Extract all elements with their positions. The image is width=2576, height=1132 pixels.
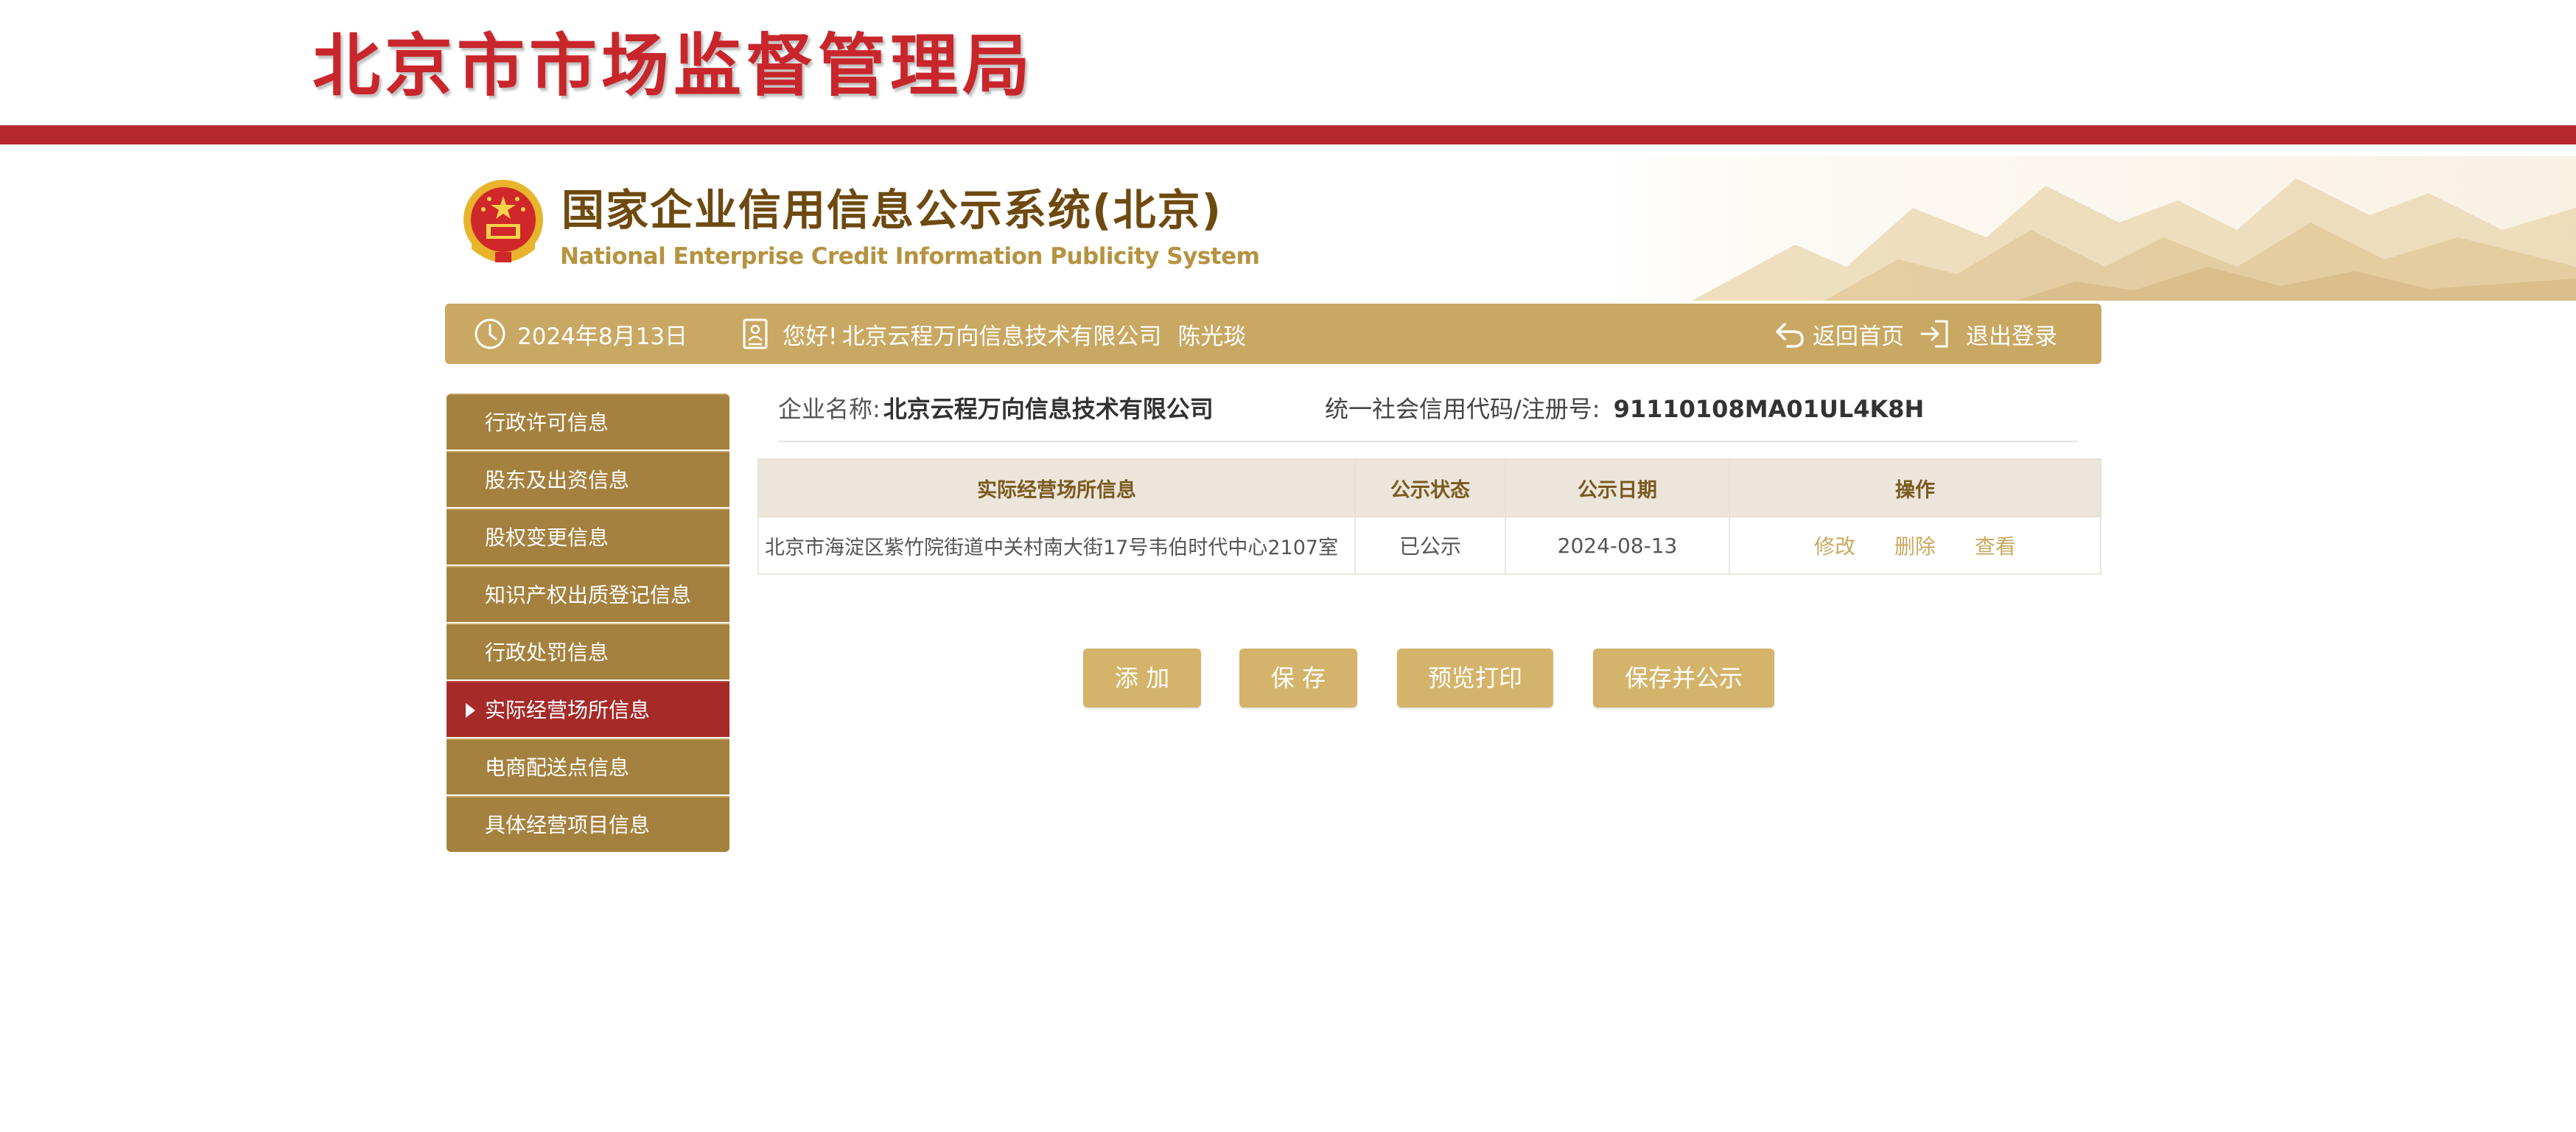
current-date: 2024年8月13日: [517, 323, 688, 350]
sidebar-menu: 行政许可信息 股东及出资信息 股权变更信息 知识产权出质登记信息 行政处罚信息 …: [447, 394, 729, 853]
col-header-address: 实际经营场所信息: [757, 458, 1356, 517]
credit-code-label: 统一社会信用代码/注册号:: [1325, 395, 1600, 423]
sidebar-item-label: 股权变更信息: [485, 525, 609, 550]
national-emblem-icon: [463, 180, 543, 262]
logout-icon: [1920, 320, 1948, 348]
credit-code-line: 统一社会信用代码/注册号: 91110108MA01UL4K8H: [1325, 391, 1924, 427]
cell-actions: 修改 删除 查看: [1729, 516, 2101, 575]
add-button[interactable]: 添 加: [1083, 649, 1201, 708]
credit-code-value: 91110108MA01UL4K8H: [1613, 395, 1925, 423]
company-name-line: 企业名称: 北京云程万向信息技术有限公司: [778, 391, 1214, 427]
system-title-cn: 国家企业信用信息公示系统(北京): [561, 185, 1223, 235]
clock-icon: [475, 318, 505, 349]
greeting-company: 北京云程万向信息技术有限公司: [841, 323, 1162, 350]
logout-label[interactable]: 退出登录: [1966, 318, 2057, 351]
return-home-label[interactable]: 返回首页: [1813, 318, 1904, 351]
business-location-table: 实际经营场所信息 公示状态 公示日期 操作 北京市海淀区紫竹院街道中关村南大街1…: [757, 458, 2101, 575]
sidebar-item-equity-change[interactable]: 股权变更信息: [447, 509, 729, 565]
greeting-text: 您好!: [783, 323, 838, 350]
info-bar: 2024年8月13日 您好! 北京云程万向信息技术有限公司 陈光琰 返回首页 退…: [445, 304, 2101, 364]
logout-link[interactable]: 退出登录: [1919, 304, 2057, 364]
table-header-row: 实际经营场所信息 公示状态 公示日期 操作: [757, 458, 2101, 517]
company-name-label: 企业名称:: [778, 395, 881, 423]
col-header-status: 公示状态: [1354, 458, 1506, 517]
company-name-value: 北京云程万向信息技术有限公司: [883, 395, 1214, 423]
sidebar-item-label: 股东及出资信息: [485, 468, 630, 492]
greeting-user: 陈光琰: [1177, 323, 1247, 350]
view-link[interactable]: 查看: [1975, 534, 2016, 559]
delete-link[interactable]: 删除: [1894, 534, 1936, 559]
save-button[interactable]: 保 存: [1239, 649, 1357, 708]
sidebar-item-business-scope[interactable]: 具体经营项目信息: [447, 796, 729, 852]
sidebar-item-shareholders[interactable]: 股东及出资信息: [447, 451, 729, 507]
sidebar-item-label: 知识产权出质登记信息: [485, 583, 692, 607]
info-divider: [778, 441, 2078, 442]
table-row: 北京市海淀区紫竹院街道中关村南大街17号韦伯时代中心2107室 已公示 2024…: [757, 516, 2101, 575]
user-badge-icon: [743, 318, 768, 349]
sidebar-item-ecommerce-delivery[interactable]: 电商配送点信息: [447, 738, 729, 794]
site-header: 北京市市场监督管理局: [0, 0, 2576, 144]
return-home-link[interactable]: 返回首页: [1773, 304, 1904, 364]
caret-right-icon: [466, 703, 475, 718]
system-title-en: National Enterprise Credit Information P…: [560, 243, 1260, 270]
sidebar-item-label: 行政许可信息: [485, 410, 609, 435]
edit-link[interactable]: 修改: [1814, 534, 1855, 559]
user-greeting: 您好! 北京云程万向信息技术有限公司 陈光琰: [738, 304, 1246, 364]
header-red-band: [0, 125, 2576, 144]
sidebar-item-admin-penalty[interactable]: 行政处罚信息: [447, 623, 729, 679]
cell-address: 北京市海淀区紫竹院街道中关村南大街17号韦伯时代中心2107室: [757, 516, 1356, 575]
sidebar-item-label: 电商配送点信息: [485, 755, 630, 780]
sidebar-item-label: 具体经营项目信息: [485, 813, 651, 837]
sidebar-item-business-location[interactable]: 实际经营场所信息: [447, 681, 729, 737]
save-and-publish-button[interactable]: 保存并公示: [1593, 649, 1774, 708]
col-header-date: 公示日期: [1505, 458, 1730, 517]
mountain-landscape-art: [1603, 156, 2576, 301]
date-display: 2024年8月13日: [473, 304, 687, 364]
sidebar-item-label: 实际经营场所信息: [485, 698, 651, 722]
cell-status: 已公示: [1354, 516, 1506, 575]
col-header-actions: 操作: [1729, 458, 2101, 517]
bureau-title: 北京市市场监督管理局: [312, 27, 1035, 105]
sidebar-item-label: 行政处罚信息: [485, 640, 609, 665]
system-banner: [0, 144, 2576, 305]
cell-date: 2024-08-13: [1505, 516, 1730, 575]
sidebar-item-admin-permit[interactable]: 行政许可信息: [447, 394, 729, 450]
sidebar-item-ip-pledge[interactable]: 知识产权出质登记信息: [447, 566, 729, 622]
preview-print-button[interactable]: 预览打印: [1397, 649, 1553, 708]
return-home-icon: [1776, 323, 1804, 348]
